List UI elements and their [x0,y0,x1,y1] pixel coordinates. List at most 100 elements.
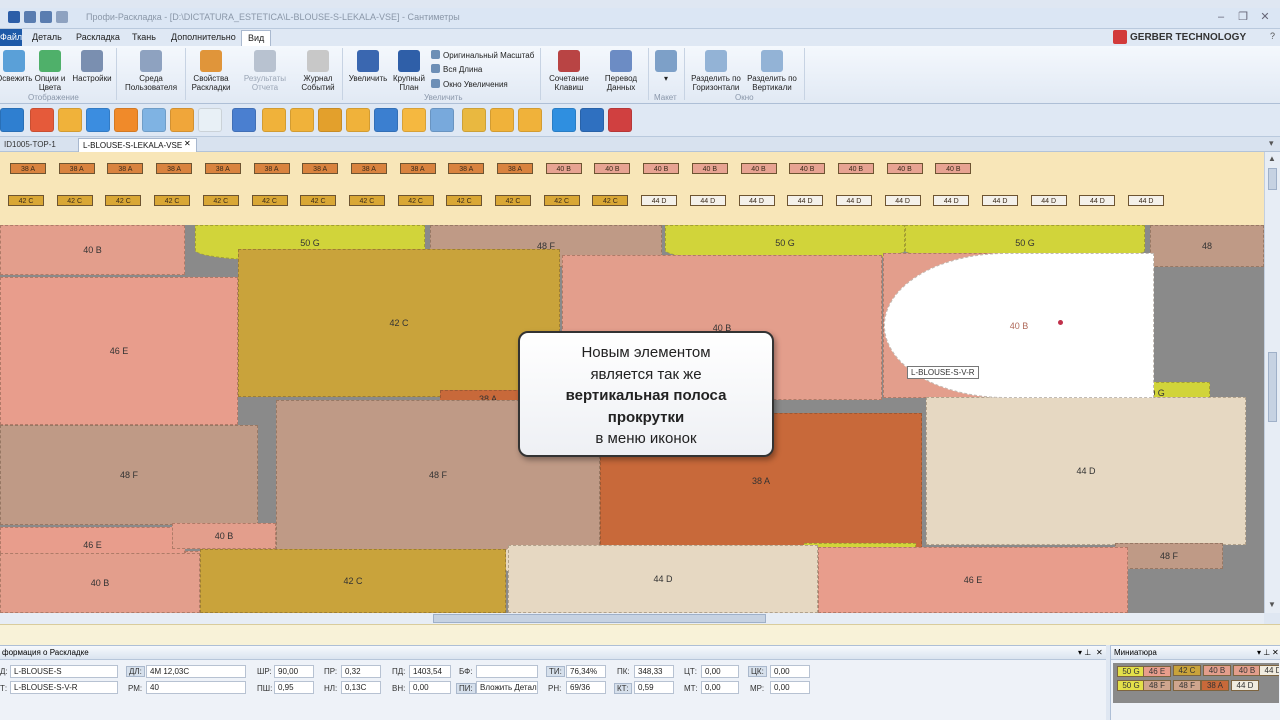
strip-piece[interactable]: 44 D [689,195,726,206]
key-combos-button[interactable]: Сочетание Клавиш [546,50,592,92]
panel-close-icon[interactable]: ✕ [1096,648,1103,657]
marker-piece[interactable]: 42 C [200,549,506,613]
toolbar-tool-icon[interactable] [402,108,426,132]
dl-field[interactable]: 4M 12,03C [146,665,246,678]
tab-doc-id1005[interactable]: ID1005-TOP-1 [0,138,60,152]
close-up-button[interactable]: Крупный План [390,50,428,92]
marker-properties-button[interactable]: Свойства Раскладки [188,50,234,92]
strip-piece[interactable]: 38 A [58,163,95,174]
strip-piece[interactable]: 42 C [56,195,93,206]
strip-piece[interactable]: 38 A [253,163,290,174]
toolbar-tool-icon[interactable] [580,108,604,132]
strip-piece[interactable]: 42 C [397,195,434,206]
thumbnail-close-icon[interactable]: ✕ [1272,648,1279,657]
strip-piece[interactable]: 44 D [835,195,872,206]
kt-field[interactable]: 0,59 [634,681,674,694]
user-env-button[interactable]: Среда Пользователя [121,50,181,92]
toolbar-tool-icon[interactable] [490,108,514,132]
thumbnail-pin-icon[interactable]: ▾ ⊥ [1257,648,1270,657]
strip-piece[interactable]: 40 B [594,163,631,174]
toolbar-tool-icon[interactable] [86,108,110,132]
tabs-dropdown-icon[interactable]: ▾ [1269,138,1274,149]
toolbar-tool-icon[interactable] [374,108,398,132]
nl-field[interactable]: 0,13C [341,681,381,694]
toolbar-tool-icon[interactable] [232,108,256,132]
toolbar-tool-icon[interactable] [142,108,166,132]
scroll-down-icon[interactable]: ▼ [1268,600,1276,609]
vertical-scrollbar[interactable]: ▲ ▼ [1264,152,1280,613]
ti-field[interactable]: 76,34% [566,665,606,678]
strip-piece[interactable]: 42 C [105,195,142,206]
toolbar-tool-icon[interactable] [262,108,286,132]
pi-field[interactable]: Вложить Детали [476,681,538,694]
shr-field[interactable]: 90,00 [274,665,314,678]
t-field[interactable]: L-BLOUSE-S-V-R [10,681,118,694]
pr-field[interactable]: 0,32 [341,665,381,678]
marker-piece[interactable]: 48 F [0,425,258,525]
strip-piece[interactable]: 42 C [300,195,337,206]
options-colors-button[interactable]: Опции и Цвета [31,50,69,92]
layout-button[interactable]: ▾ [652,50,680,83]
close-icon[interactable]: ✕ [1258,10,1272,24]
marker-piece[interactable]: 48 F [1115,543,1223,569]
save-icon[interactable] [8,11,20,23]
strip-piece[interactable]: 44 D [738,195,775,206]
toolbar-tool-icon[interactable] [518,108,542,132]
strip-piece[interactable]: 42 C [202,195,239,206]
marker-piece[interactable]: 48 [1150,225,1264,267]
settings-button[interactable]: Настройки [71,50,113,83]
tab-fabric[interactable]: Ткань [132,32,156,42]
zoom-in-button[interactable]: Увеличить [346,50,390,83]
toolbar-tool-icon[interactable] [114,108,138,132]
panel-pin-icon[interactable]: ▾ ⊥ [1078,648,1091,657]
toolbar-tool-icon[interactable] [462,108,486,132]
strip-piece[interactable]: 42 C [592,195,629,206]
tab-view[interactable]: Вид [241,30,272,46]
scroll-up-icon[interactable]: ▲ [1268,154,1276,163]
maximize-icon[interactable]: ❐ [1236,10,1250,24]
strip-piece[interactable]: 40 B [545,163,582,174]
tab-doc-blouse[interactable]: L-BLOUSE-S-LEKALA-VSE [78,138,198,152]
strip-piece[interactable]: 44 D [641,195,678,206]
strip-piece[interactable]: 44 D [787,195,824,206]
marker-piece[interactable]: 46 E [818,547,1128,613]
toolbar-tool-icon[interactable] [290,108,314,132]
strip-piece[interactable]: 40 B [837,163,874,174]
vn-field[interactable]: 0,00 [409,681,451,694]
strip-piece[interactable]: 42 C [8,195,44,206]
bf-field[interactable] [476,665,538,678]
report-results-button[interactable]: Результаты Отчета [240,50,290,92]
zoom-window-button[interactable]: Окно Увеличения [431,79,508,90]
marker-piece[interactable]: 44 D [926,397,1246,545]
full-length-button[interactable]: Вся Длина [431,64,482,75]
ct-field[interactable]: 0,00 [701,665,739,678]
redo-icon[interactable] [40,11,52,23]
strip-piece[interactable]: 44 D [1128,195,1165,206]
strip-piece[interactable]: 42 C [154,195,191,206]
close-tab-icon[interactable]: ✕ [184,139,191,148]
horizontal-scroll-thumb[interactable] [433,614,766,623]
strip-piece[interactable]: 44 D [1030,195,1067,206]
marker-piece[interactable]: 40 B [0,553,200,613]
toolbar-tool-icon[interactable] [198,108,222,132]
pk-field[interactable]: 348,33 [634,665,674,678]
strip-piece[interactable]: 38 A [448,163,485,174]
strip-piece[interactable]: 38 A [399,163,436,174]
tab-marker[interactable]: Раскладка [76,32,120,42]
strip-piece[interactable]: 40 B [886,163,923,174]
ck-field[interactable]: 0,00 [770,665,810,678]
strip-piece[interactable]: 38 A [107,163,144,174]
toolbar-tool-icon[interactable] [318,108,342,132]
pd-field[interactable]: 1403,54 [409,665,451,678]
strip-piece[interactable]: 38 A [302,163,339,174]
strip-scroll-thumb[interactable] [1268,168,1277,190]
toolbar-tool-icon[interactable] [30,108,54,132]
marker-piece[interactable]: 40 B [172,523,276,549]
strip-piece[interactable]: 42 C [251,195,288,206]
strip-piece[interactable]: 38 A [497,163,533,174]
toolbar-tool-icon[interactable] [552,108,576,132]
strip-piece[interactable]: 38 A [350,163,387,174]
file-menu[interactable]: Файл [0,29,22,46]
strip-piece[interactable]: 38 A [204,163,241,174]
strip-piece[interactable]: 42 C [543,195,580,206]
